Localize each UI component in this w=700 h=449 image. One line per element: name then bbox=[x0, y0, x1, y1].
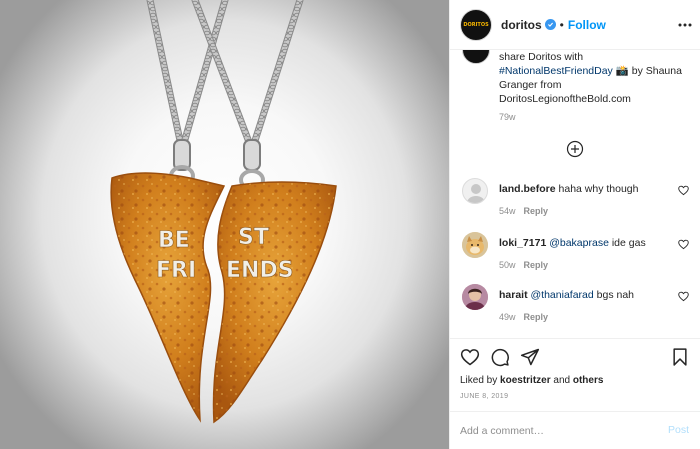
comment-item: land.before haha why though 54w Reply bbox=[450, 178, 700, 228]
like-heart-icon[interactable] bbox=[460, 347, 480, 367]
comment-text: harait @thaniafarad bgs nah bbox=[499, 288, 679, 302]
comment-body: haha why though bbox=[555, 183, 639, 195]
caption-text-start: share Doritos with bbox=[499, 51, 584, 63]
likes-and: and bbox=[550, 375, 573, 386]
comment-meta: 50w Reply bbox=[499, 260, 548, 270]
save-bookmark-icon[interactable] bbox=[670, 347, 690, 367]
commenter-avatar[interactable] bbox=[462, 232, 488, 258]
caption-link[interactable]: DoritosLegionoftheBold.com bbox=[499, 93, 631, 105]
comment-time[interactable]: 49w bbox=[499, 312, 516, 322]
comment-username[interactable]: loki_7171 bbox=[499, 237, 546, 249]
comment-meta: 54w Reply bbox=[499, 206, 548, 216]
post-side-panel: DORITOS doritos • Follow share Doritos w… bbox=[449, 0, 700, 449]
header-username[interactable]: doritos bbox=[501, 18, 542, 32]
comment-mention[interactable]: @thaniafarad bbox=[531, 289, 594, 301]
like-comment-heart-icon[interactable] bbox=[678, 185, 689, 196]
avatar-logo-text: DORITOS bbox=[463, 21, 489, 28]
post-actions: Liked by koestritzer and others JUNE 8, … bbox=[450, 338, 700, 448]
likes-others-link[interactable]: others bbox=[573, 375, 604, 386]
chip-text-right-line1: ST bbox=[238, 225, 269, 250]
add-comment-bar: Post bbox=[450, 411, 700, 449]
like-comment-heart-icon[interactable] bbox=[678, 291, 689, 302]
comment-username[interactable]: land.before bbox=[499, 183, 556, 195]
reply-button[interactable]: Reply bbox=[524, 260, 549, 270]
add-comment-input[interactable] bbox=[460, 422, 650, 440]
comment-time[interactable]: 54w bbox=[499, 206, 516, 216]
post-comment-button[interactable]: Post bbox=[668, 424, 689, 436]
comments-list[interactable]: share Doritos with #NationalBestFriendDa… bbox=[450, 50, 700, 338]
header-separator: • bbox=[559, 17, 564, 32]
share-send-icon[interactable] bbox=[520, 347, 540, 367]
comment-item: loki_7171 @bakaprase ide gas 50w Reply bbox=[450, 232, 700, 282]
likes-prefix: Liked by bbox=[460, 375, 501, 386]
camera-emoji: 📸 bbox=[615, 65, 629, 77]
comment-mention[interactable]: @bakaprase bbox=[549, 237, 609, 249]
comment-text: land.before haha why though bbox=[499, 182, 679, 196]
caption-avatar[interactable] bbox=[462, 50, 490, 64]
post-header: DORITOS doritos • Follow bbox=[450, 0, 700, 50]
likes-summary: Liked by koestritzer and others bbox=[460, 375, 603, 386]
reply-button[interactable]: Reply bbox=[524, 206, 549, 216]
commenter-avatar[interactable] bbox=[462, 178, 488, 204]
doritos-avatar[interactable]: DORITOS bbox=[460, 8, 492, 41]
comment-meta: 49w Reply bbox=[499, 312, 548, 322]
post-photo[interactable]: BE FRI ST ENDS bbox=[0, 0, 449, 449]
comment-item: harait @thaniafarad bgs nah 49w Reply bbox=[450, 284, 700, 334]
post-caption: share Doritos with #NationalBestFriendDa… bbox=[499, 50, 695, 106]
comment-bubble-icon[interactable] bbox=[490, 347, 510, 367]
reply-button[interactable]: Reply bbox=[524, 312, 549, 322]
follow-button[interactable]: Follow bbox=[568, 18, 606, 32]
comment-text: loki_7171 @bakaprase ide gas bbox=[499, 236, 679, 250]
likes-user-link[interactable]: koestritzer bbox=[500, 375, 551, 386]
bff-necklace-image: BE FRI ST ENDS bbox=[110, 0, 337, 424]
comment-body: ide gas bbox=[608, 237, 646, 249]
chip-text-left-line2: FRI bbox=[156, 258, 196, 283]
chip-left-half bbox=[110, 172, 226, 423]
chip-text-right-line2: ENDS bbox=[226, 258, 294, 283]
chip-right-half bbox=[212, 181, 337, 424]
verified-badge-icon bbox=[544, 19, 556, 30]
comment-username[interactable]: harait bbox=[499, 289, 528, 301]
caption-timestamp[interactable]: 79w bbox=[499, 112, 516, 122]
load-more-comments-icon[interactable] bbox=[566, 140, 584, 158]
like-comment-heart-icon[interactable] bbox=[678, 239, 689, 250]
comment-time[interactable]: 50w bbox=[499, 260, 516, 270]
commenter-avatar[interactable] bbox=[462, 284, 488, 310]
post-date[interactable]: JUNE 8, 2019 bbox=[460, 393, 508, 400]
caption-hashtag[interactable]: #NationalBestFriendDay bbox=[499, 65, 613, 77]
necklace-chains bbox=[146, 0, 304, 154]
comment-body: bgs nah bbox=[593, 289, 635, 301]
chip-text-left-line1: BE bbox=[158, 228, 190, 253]
more-options-icon[interactable] bbox=[677, 18, 693, 32]
